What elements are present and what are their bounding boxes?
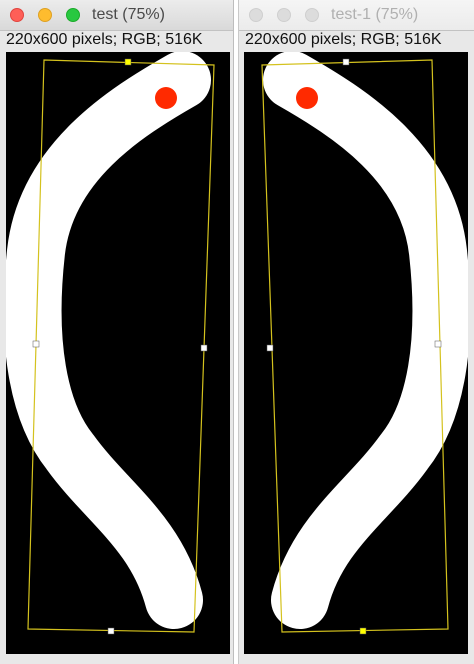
image-canvas[interactable] xyxy=(6,52,230,654)
zoom-button[interactable] xyxy=(305,8,319,22)
desktop: test (75%) 220x600 pixels; RGB; 516K tes… xyxy=(0,0,474,664)
white-stroke-shape xyxy=(6,52,211,629)
red-marker xyxy=(296,87,318,109)
window-title: test-1 (75%) xyxy=(331,6,419,23)
minimize-button[interactable] xyxy=(277,8,291,22)
title-bar[interactable]: test (75%) xyxy=(0,0,233,31)
white-stroke-shape xyxy=(263,52,468,629)
title-bar[interactable]: test-1 (75%) xyxy=(239,0,474,31)
roi-handle-bottom[interactable] xyxy=(359,627,367,635)
close-button[interactable] xyxy=(10,8,24,22)
image-canvas[interactable] xyxy=(244,52,468,654)
roi-handle-left[interactable] xyxy=(266,344,274,352)
roi-handle-right[interactable] xyxy=(434,340,442,348)
image-svg xyxy=(6,52,215,635)
roi-handle-top[interactable] xyxy=(342,58,350,66)
image-info: 220x600 pixels; RGB; 516K xyxy=(245,31,442,48)
minimize-button[interactable] xyxy=(38,8,52,22)
zoom-button[interactable] xyxy=(66,8,80,22)
image-window-test[interactable]: test (75%) 220x600 pixels; RGB; 516K xyxy=(0,0,234,664)
red-marker xyxy=(155,87,177,109)
roi-handle-top[interactable] xyxy=(124,58,132,66)
image-info: 220x600 pixels; RGB; 516K xyxy=(6,31,203,48)
roi-handle-bottom[interactable] xyxy=(107,627,115,635)
roi-handle-left[interactable] xyxy=(32,340,40,348)
close-button[interactable] xyxy=(249,8,263,22)
image-window-test-1[interactable]: test-1 (75%) 220x600 pixels; RGB; 516K xyxy=(238,0,474,664)
image-svg xyxy=(261,52,468,635)
roi-handle-right[interactable] xyxy=(200,344,208,352)
window-title: test (75%) xyxy=(92,6,165,23)
